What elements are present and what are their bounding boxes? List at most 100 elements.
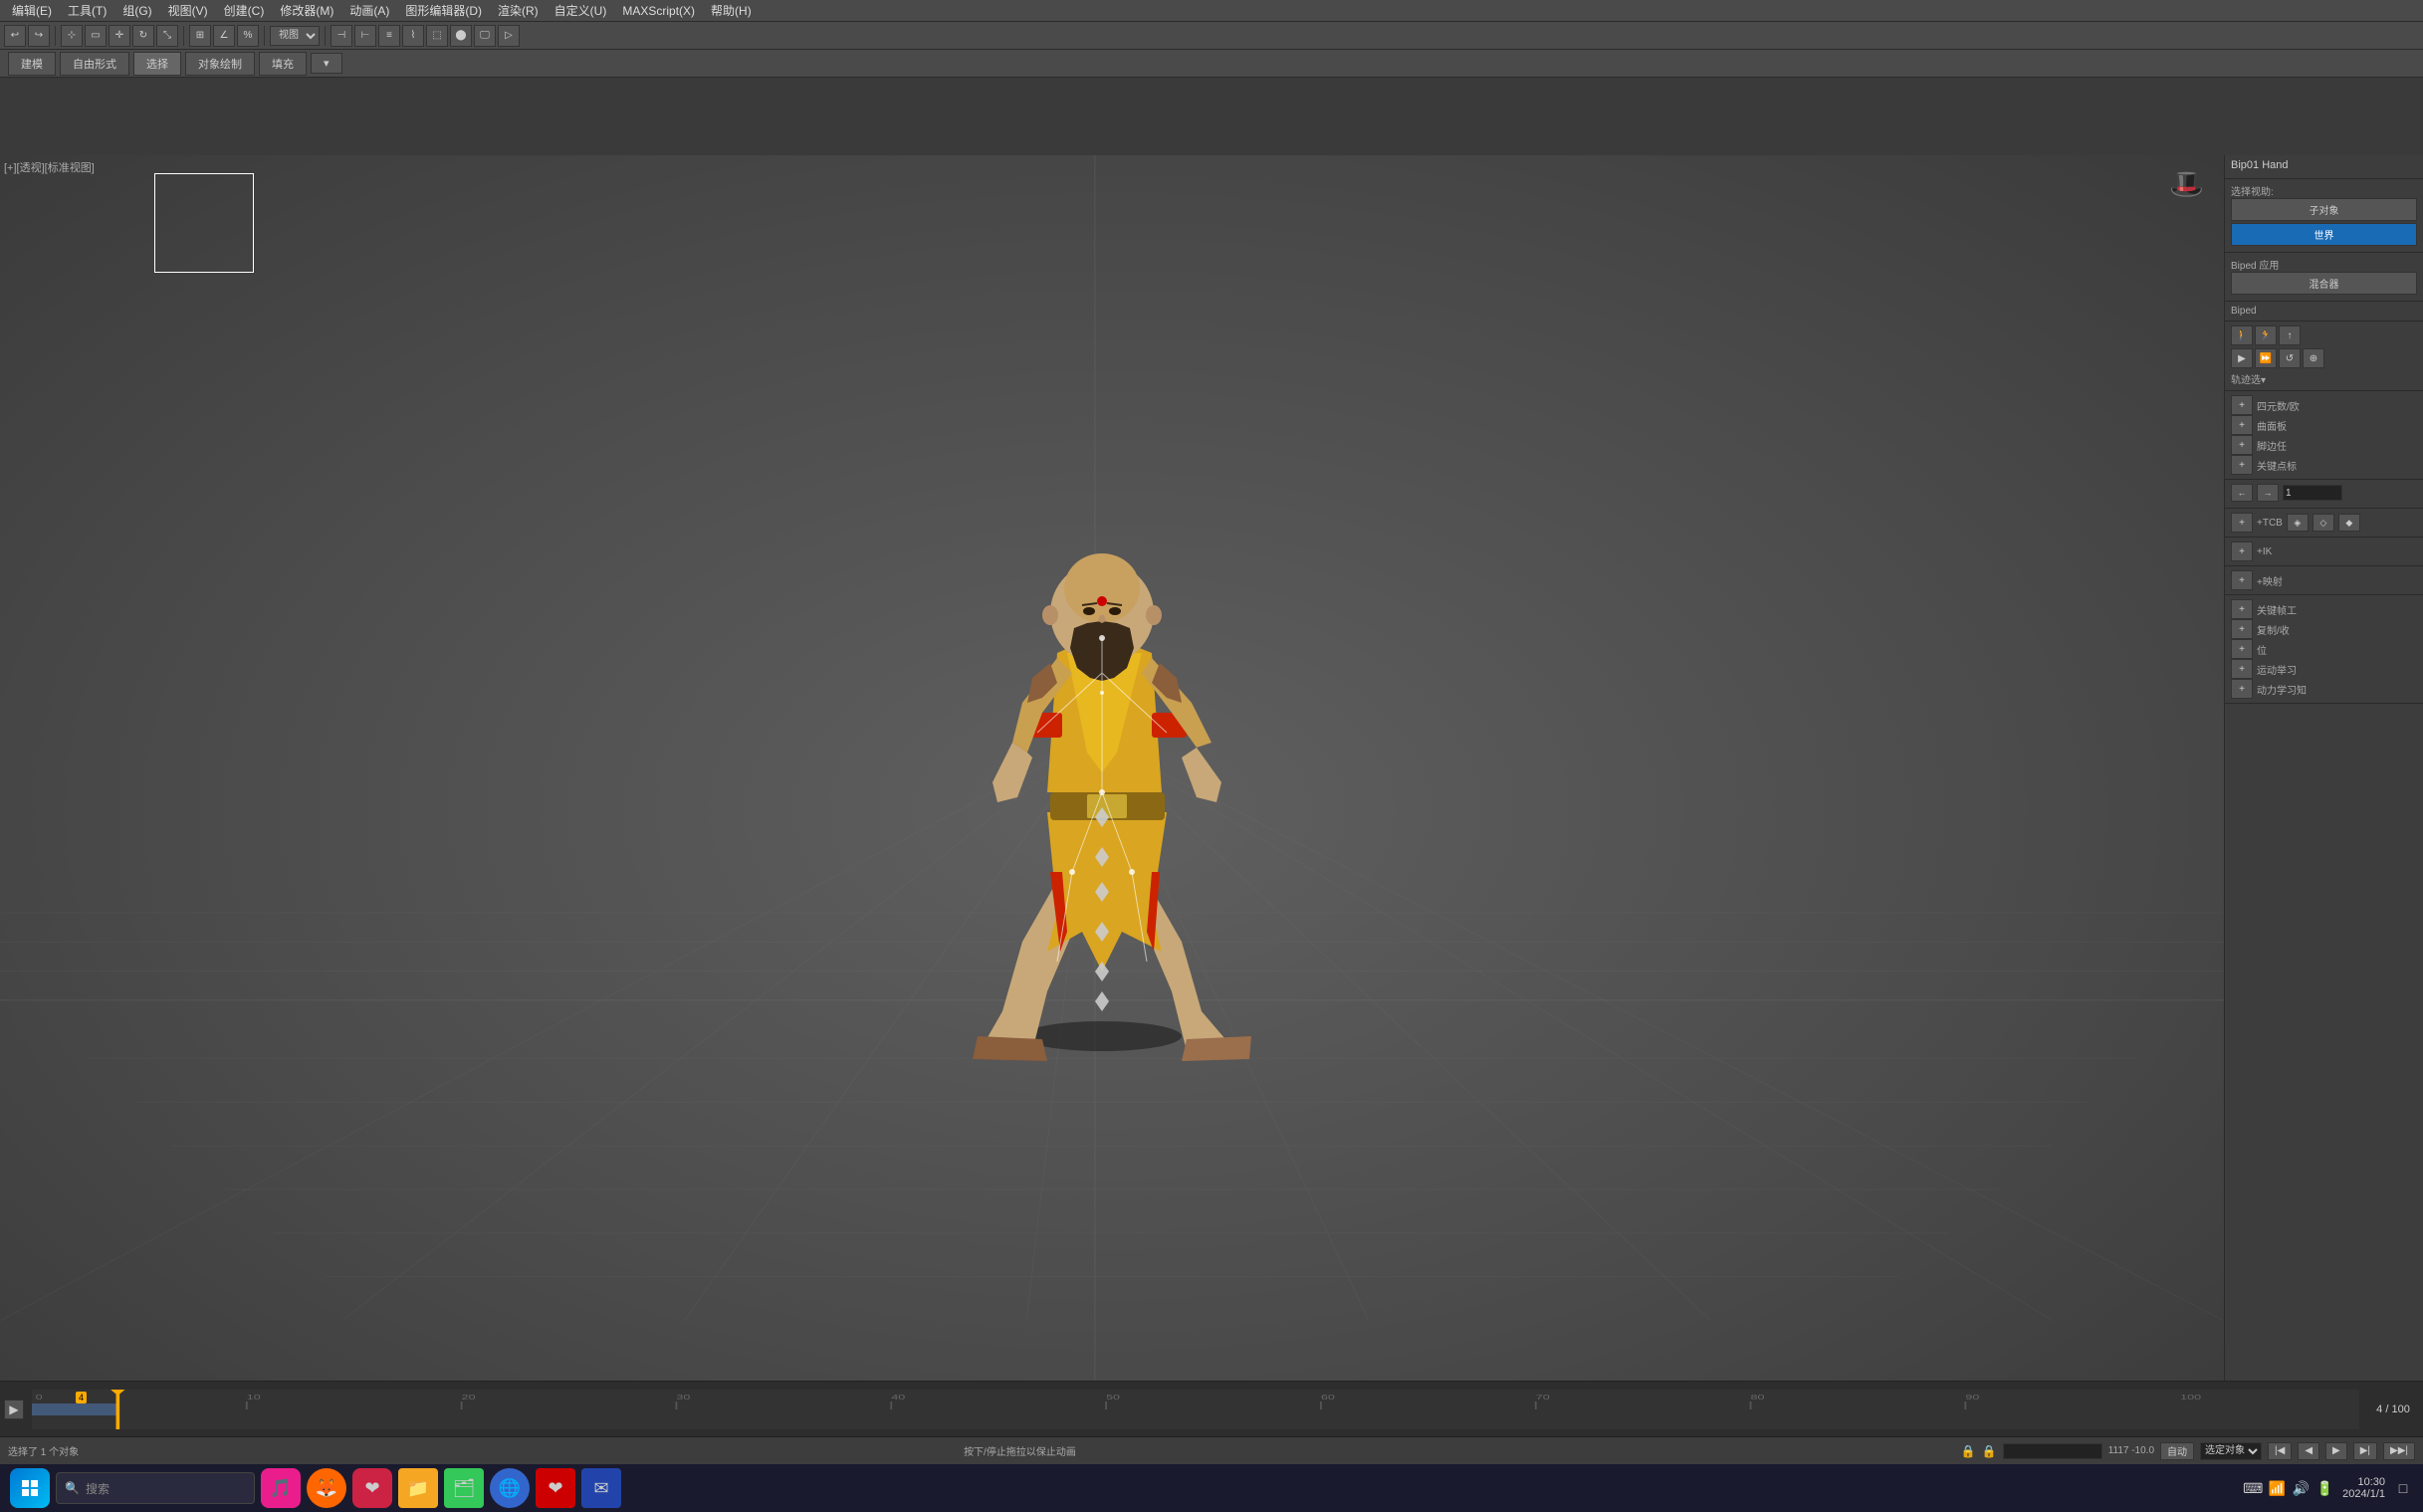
- pos-expand-btn[interactable]: +: [2231, 639, 2253, 659]
- next-key-btn[interactable]: ▶|: [2353, 1442, 2377, 1460]
- taskbar-app-heart2[interactable]: ❤: [536, 1468, 575, 1508]
- curve-expand-btn[interactable]: +: [2231, 415, 2253, 435]
- tcb-expand-btn[interactable]: +: [2231, 513, 2253, 533]
- frame-step-input[interactable]: [2283, 485, 2342, 501]
- prev-key-btn[interactable]: ◀: [2298, 1442, 2319, 1460]
- biped-jump-btn[interactable]: ↑: [2279, 325, 2301, 345]
- menu-tools[interactable]: 工具(T): [60, 0, 114, 21]
- menu-customize[interactable]: 自定义(U): [547, 0, 615, 21]
- play-btn[interactable]: ▶: [2325, 1442, 2347, 1460]
- menu-create[interactable]: 创建(C): [216, 0, 273, 21]
- arrow-right-btn[interactable]: →: [2257, 484, 2279, 502]
- sep1: [55, 26, 56, 46]
- tab-modeling[interactable]: 建模: [8, 52, 56, 76]
- layer-btn[interactable]: ≡: [378, 25, 400, 47]
- systray-sound[interactable]: 🔊: [2291, 1478, 2311, 1498]
- last-frame-btn[interactable]: ▶▶|: [2383, 1442, 2415, 1460]
- systray-battery[interactable]: 🔋: [2314, 1478, 2334, 1498]
- sep3: [264, 26, 265, 46]
- taskbar-app-music[interactable]: 🎵: [261, 1468, 301, 1508]
- biped-mode4-btn[interactable]: ⊕: [2303, 348, 2324, 368]
- select-region-btn[interactable]: ▭: [85, 25, 107, 47]
- angle-snap-btn[interactable]: ∠: [213, 25, 235, 47]
- menu-graph-editor[interactable]: 图形编辑器(D): [397, 0, 490, 21]
- biped-walk-btn[interactable]: 🚶: [2231, 325, 2253, 345]
- mapping-expand-btn[interactable]: +: [2231, 570, 2253, 590]
- biped-edit-label: 轨迹选▾: [2231, 371, 2417, 386]
- quad-expand-btn[interactable]: +: [2231, 395, 2253, 415]
- reference-coord-dropdown[interactable]: 视图: [270, 26, 320, 46]
- taskbar-app-mail[interactable]: ✉: [581, 1468, 621, 1508]
- coords-input[interactable]: [2003, 1443, 2102, 1459]
- menu-animation[interactable]: 动画(A): [341, 0, 397, 21]
- keyframe-expand-btn[interactable]: +: [2231, 455, 2253, 475]
- undo-btn[interactable]: ↩: [4, 25, 26, 47]
- menu-render[interactable]: 渲染(R): [490, 0, 547, 21]
- dynamics-row: + 动力学习知: [2231, 679, 2417, 699]
- snap-toggle-btn[interactable]: ⊞: [189, 25, 211, 47]
- taskbar-clock[interactable]: 10:30 2024/1/1: [2342, 1476, 2385, 1500]
- tcb-mode3[interactable]: ◆: [2338, 514, 2360, 532]
- redo-btn[interactable]: ↪: [28, 25, 50, 47]
- tab-freeform[interactable]: 自由形式: [60, 52, 129, 76]
- close-expand-btn[interactable]: +: [2231, 599, 2253, 619]
- menu-edit[interactable]: 编辑(E): [4, 0, 60, 21]
- ik-expand-btn[interactable]: +: [2231, 541, 2253, 561]
- tcb-mode2[interactable]: ◇: [2313, 514, 2334, 532]
- select-filter-dropdown[interactable]: 选定对象: [2200, 1442, 2262, 1460]
- timeline-ruler: 0 10 20 30 40 50 60 70 80 90 100: [32, 1390, 2359, 1429]
- systray-keyboard[interactable]: ⌨: [2243, 1478, 2263, 1498]
- menu-modifier[interactable]: 修改器(M): [272, 0, 341, 21]
- menu-group[interactable]: 组(G): [114, 0, 159, 21]
- render-btn[interactable]: ▷: [498, 25, 520, 47]
- frame-input-btn[interactable]: |◀: [2268, 1442, 2292, 1460]
- biped-mode3-btn[interactable]: ↺: [2279, 348, 2301, 368]
- taskbar-app-3[interactable]: ❤: [352, 1468, 392, 1508]
- start-button[interactable]: [10, 1468, 50, 1508]
- motion-expand-btn[interactable]: +: [2231, 659, 2253, 679]
- show-desktop-btn[interactable]: □: [2393, 1478, 2413, 1498]
- tab-extra[interactable]: ▾: [311, 53, 342, 74]
- scale-btn[interactable]: ⤡: [156, 25, 178, 47]
- timeline-track[interactable]: 0 10 20 30 40 50 60 70 80 90 100: [32, 1390, 2359, 1429]
- keyframe-label: 关键点标: [2257, 458, 2297, 473]
- select-btn[interactable]: ⊹: [61, 25, 83, 47]
- taskbar-app-browser[interactable]: 🦊: [307, 1468, 346, 1508]
- tab-selection[interactable]: 选择: [133, 52, 181, 76]
- child-object-btn[interactable]: 子对象: [2231, 198, 2417, 221]
- play-button[interactable]: ▶: [4, 1400, 24, 1419]
- svg-text:80: 80: [1751, 1394, 1765, 1402]
- render-setup-btn[interactable]: 🖵: [474, 25, 496, 47]
- taskbar-search-box[interactable]: 🔍 搜索: [56, 1472, 255, 1504]
- mirror-btn[interactable]: ⊣: [330, 25, 352, 47]
- biped-run-btn[interactable]: 🏃: [2255, 325, 2277, 345]
- rotate-btn[interactable]: ↻: [132, 25, 154, 47]
- taskbar-app-store[interactable]: 🗂: [444, 1468, 484, 1508]
- curve-editor-btn[interactable]: ⌇: [402, 25, 424, 47]
- copy-expand-btn[interactable]: +: [2231, 619, 2253, 639]
- viewport[interactable]: [+][透视][标准视图] 🎩 X Y Z: [0, 155, 2224, 1466]
- tab-fill[interactable]: 填充: [259, 52, 307, 76]
- tcb-mode1[interactable]: ◈: [2287, 514, 2309, 532]
- biped-mode1-btn[interactable]: ▶: [2231, 348, 2253, 368]
- taskbar-app-fox2[interactable]: 🌐: [490, 1468, 530, 1508]
- schematic-btn[interactable]: ⬚: [426, 25, 448, 47]
- percent-snap-btn[interactable]: %: [237, 25, 259, 47]
- apply-btn[interactable]: 世界: [2231, 223, 2417, 246]
- align-btn[interactable]: ⊢: [354, 25, 376, 47]
- tab-object-paint[interactable]: 对象绘制: [185, 52, 255, 76]
- taskbar-app-files[interactable]: 📁: [398, 1468, 438, 1508]
- systray-network[interactable]: 📶: [2267, 1478, 2287, 1498]
- menu-maxscript[interactable]: MAXScript(X): [614, 2, 703, 20]
- menu-view[interactable]: 视图(V): [160, 0, 216, 21]
- arrow-left-btn[interactable]: ←: [2231, 484, 2253, 502]
- menu-help[interactable]: 帮助(H): [703, 0, 760, 21]
- lock2-icon: 🔒: [1982, 1444, 1997, 1458]
- mixer-btn[interactable]: 混合器: [2231, 272, 2417, 295]
- move-btn[interactable]: ✛: [109, 25, 130, 47]
- biped-mode2-btn[interactable]: ⏩: [2255, 348, 2277, 368]
- auto-key-btn[interactable]: 自动: [2160, 1442, 2194, 1460]
- material-editor-btn[interactable]: ⬤: [450, 25, 472, 47]
- dynamics-expand-btn[interactable]: +: [2231, 679, 2253, 699]
- biped-anim-expand-btn[interactable]: +: [2231, 435, 2253, 455]
